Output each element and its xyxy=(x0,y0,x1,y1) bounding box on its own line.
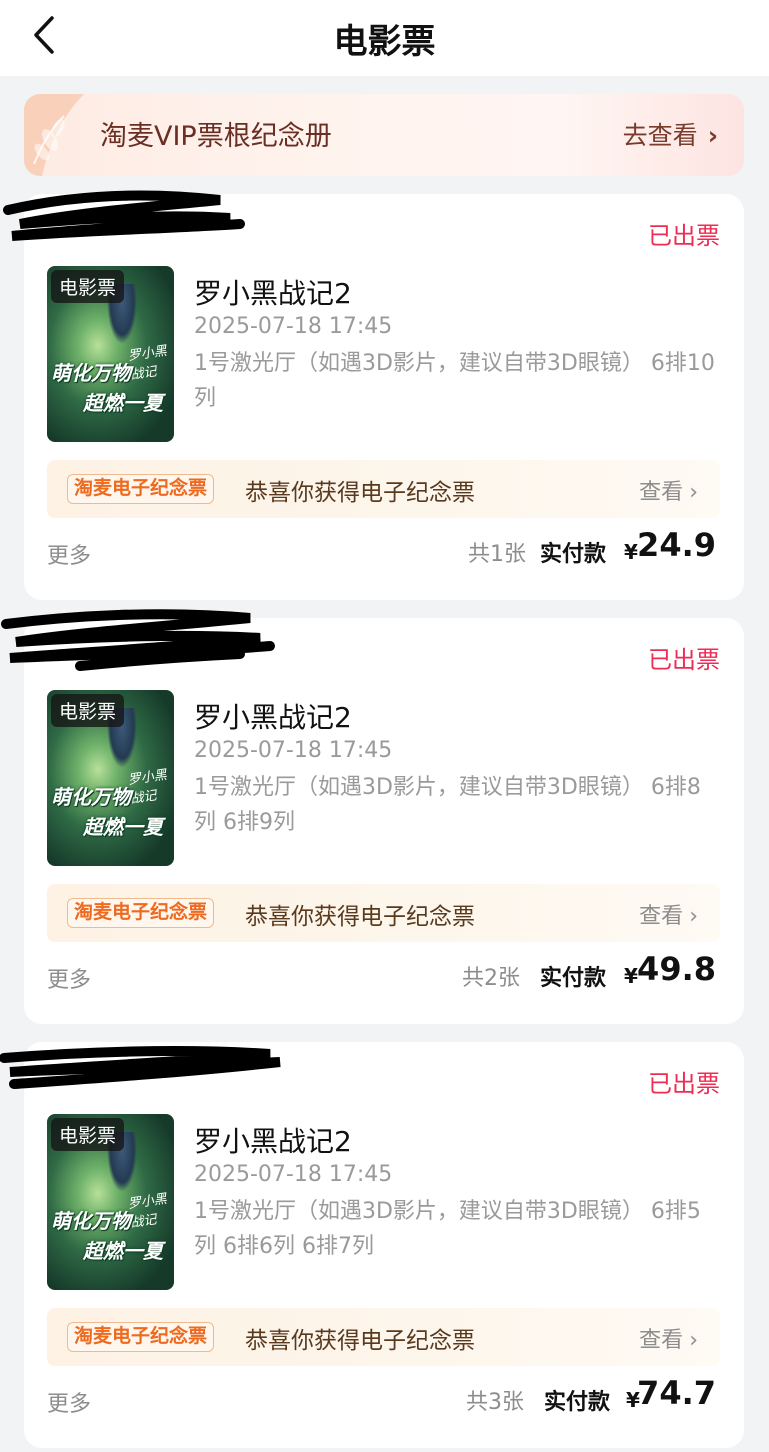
price: 24.9 xyxy=(637,526,716,564)
movie-poster[interactable]: 罗小黑战记 电影票 萌化万物 超燃一夏 xyxy=(47,266,174,442)
movie-title: 罗小黑战记2 xyxy=(194,277,352,310)
seat-info: 1号激光厅（如遇3D影片，建议自带3D眼镜） 6排5列 6排6列 6排7列 xyxy=(194,1199,701,1259)
souvenir-view-label: 查看 xyxy=(639,480,684,505)
status-badge: 已出票 xyxy=(648,222,720,250)
movie-poster[interactable]: 罗小黑战记 电影票 萌化万物 超燃一夏 xyxy=(47,1114,174,1290)
souvenir-ticket-bar[interactable]: 淘麦电子纪念票 恭喜你获得电子纪念票 查看 › xyxy=(47,1308,720,1366)
ticket-count: 共3张 xyxy=(466,1390,524,1415)
page-title: 电影票 xyxy=(333,22,436,62)
souvenir-view-link[interactable]: 查看 › xyxy=(639,898,698,930)
currency-symbol: ¥ xyxy=(624,964,638,988)
show-time: 2025-07-18 17:45 xyxy=(194,314,393,339)
vip-banner-link[interactable]: 去查看 › xyxy=(623,116,718,152)
souvenir-ticket-bar[interactable]: 淘麦电子纪念票 恭喜你获得电子纪念票 查看 › xyxy=(47,460,720,518)
ticket-order-card[interactable]: 已出票 罗小黑战记 电影票 萌化万物 超燃一夏 罗小黑战记2 2025-07-1… xyxy=(1,609,744,1024)
currency-symbol: ¥ xyxy=(624,540,638,564)
movie-title: 罗小黑战记2 xyxy=(194,701,352,734)
redaction-scribble xyxy=(3,190,245,241)
paid-label: 实付款 xyxy=(540,542,607,567)
movie-title: 罗小黑战记2 xyxy=(194,1125,352,1158)
paid-label: 实付款 xyxy=(540,966,607,991)
seat-info: 1号激光厅（如遇3D影片，建议自带3D眼镜） 6排8列 6排9列 xyxy=(194,775,701,835)
souvenir-view-label: 查看 xyxy=(639,904,684,929)
poster-tag: 电影票 xyxy=(51,694,125,727)
more-button[interactable]: 更多 xyxy=(47,1386,91,1418)
souvenir-view-link[interactable]: 查看 › xyxy=(639,474,698,506)
redaction-scribble xyxy=(0,1046,281,1089)
status-badge: 已出票 xyxy=(648,1070,720,1098)
status-badge: 已出票 xyxy=(648,646,720,674)
chevron-right-icon: › xyxy=(689,1328,698,1353)
poster-slogan-line1: 萌化万物 xyxy=(51,1209,131,1233)
redaction-scribble xyxy=(1,609,275,671)
poster-tag: 电影票 xyxy=(51,270,125,303)
vip-ticket-album-banner[interactable]: 淘麦VIP票根纪念册 去查看 › xyxy=(24,94,744,176)
poster-tag: 电影票 xyxy=(51,1118,125,1151)
more-button[interactable]: 更多 xyxy=(47,538,91,570)
vip-banner-title: 淘麦VIP票根纪念册 xyxy=(100,121,332,152)
poster-slogan: 萌化万物 超燃一夏 xyxy=(51,358,174,418)
vip-banner-link-label: 去查看 xyxy=(622,121,698,150)
price: 74.7 xyxy=(637,1374,716,1412)
price: 49.8 xyxy=(637,950,716,988)
poster-slogan-line2: 超燃一夏 xyxy=(83,815,163,839)
more-button[interactable]: 更多 xyxy=(47,962,91,994)
poster-slogan: 萌化万物 超燃一夏 xyxy=(51,1206,174,1266)
poster-slogan-line1: 萌化万物 xyxy=(51,361,131,385)
chevron-right-icon: › xyxy=(689,480,698,505)
show-time: 2025-07-18 17:45 xyxy=(194,1162,393,1187)
souvenir-ticket-bar[interactable]: 淘麦电子纪念票 恭喜你获得电子纪念票 查看 › xyxy=(47,884,720,942)
show-time: 2025-07-18 17:45 xyxy=(194,738,393,763)
movie-poster[interactable]: 罗小黑战记 电影票 萌化万物 超燃一夏 xyxy=(47,690,174,866)
chevron-right-icon: › xyxy=(689,904,698,929)
souvenir-text: 恭喜你获得电子纪念票 xyxy=(245,1328,475,1354)
souvenir-badge: 淘麦电子纪念票 xyxy=(67,474,215,504)
souvenir-badge: 淘麦电子纪念票 xyxy=(67,1322,215,1352)
top-navbar: 电影票 xyxy=(0,0,769,76)
poster-slogan-line2: 超燃一夏 xyxy=(83,391,163,415)
souvenir-text: 恭喜你获得电子纪念票 xyxy=(245,480,475,506)
poster-slogan-line2: 超燃一夏 xyxy=(83,1239,163,1263)
souvenir-text: 恭喜你获得电子纪念票 xyxy=(245,904,475,930)
souvenir-badge: 淘麦电子纪念票 xyxy=(67,898,215,928)
souvenir-view-label: 查看 xyxy=(639,1328,684,1353)
souvenir-view-link[interactable]: 查看 › xyxy=(639,1322,698,1354)
ticket-count: 共1张 xyxy=(468,542,526,567)
chevron-right-icon: › xyxy=(707,121,718,150)
ticket-order-card[interactable]: 已出票 罗小黑战记 电影票 萌化万物 超燃一夏 罗小黑战记2 2025-07-1… xyxy=(3,190,744,600)
ticket-count: 共2张 xyxy=(462,966,520,991)
seat-info: 1号激光厅（如遇3D影片，建议自带3D眼镜） 6排10列 xyxy=(194,351,715,411)
poster-slogan: 萌化万物 超燃一夏 xyxy=(51,782,174,842)
paid-label: 实付款 xyxy=(544,1390,611,1415)
poster-slogan-line1: 萌化万物 xyxy=(51,785,131,809)
ticket-order-card[interactable]: 已出票 罗小黑战记 电影票 萌化万物 超燃一夏 罗小黑战记2 2025-07-1… xyxy=(0,1042,744,1448)
